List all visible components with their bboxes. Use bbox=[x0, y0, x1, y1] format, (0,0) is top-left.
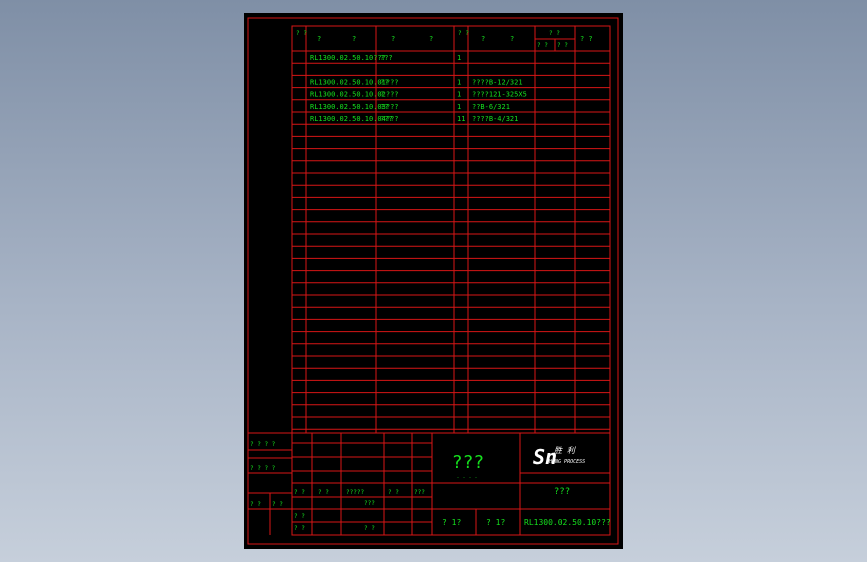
header-name: ? bbox=[391, 35, 395, 43]
header-material: ? bbox=[481, 35, 485, 43]
header-code-2: ? bbox=[352, 35, 356, 43]
sheet-number: ? 1? bbox=[486, 518, 505, 527]
row-material: ????B-12/321 bbox=[472, 78, 523, 86]
header-name-2: ? bbox=[429, 35, 433, 43]
row-material: ??B-6/321 bbox=[472, 103, 510, 111]
side-label-1: ? ? ? ? bbox=[250, 441, 276, 448]
side-label-3b: ? ? bbox=[272, 501, 283, 508]
sheet-count: ? 1? bbox=[442, 518, 461, 527]
row-qty: 1 bbox=[457, 103, 461, 111]
drawing-sheet: ? ?????? ???? ?? ?? ?? ? RL1300.02.50.10?… bbox=[244, 13, 623, 549]
header-weight: ? ? bbox=[549, 30, 560, 37]
row-name: ?? bbox=[380, 103, 388, 111]
row-material: ????B-4/321 bbox=[472, 115, 518, 123]
header-remarks: ? ? bbox=[580, 35, 593, 43]
row-name: ?? bbox=[380, 78, 388, 86]
bill-of-materials-drawing: ? ?????? ???? ?? ?? ?? ?RL1300.02.50.10?… bbox=[247, 17, 619, 545]
tb-label-f: ??? bbox=[364, 500, 375, 507]
company-logo-cn: 胜 利 bbox=[554, 446, 576, 455]
tb-label-a: ? ? bbox=[294, 489, 305, 496]
row-qty: 1 bbox=[457, 54, 461, 62]
tb-label-d: ? ? bbox=[388, 489, 399, 496]
tb-label-i: ? ? bbox=[364, 525, 375, 532]
row-name: ??? bbox=[380, 54, 393, 62]
header-weight-unit: ? ? bbox=[537, 42, 548, 49]
header-seq: ? ? bbox=[296, 30, 307, 37]
row-code: RL1300.02.50.10??? bbox=[310, 54, 386, 62]
header-qty: ? ? bbox=[458, 30, 469, 37]
drawing-number: RL1300.02.50.10??? bbox=[524, 518, 611, 527]
tb-label-h: ? ? bbox=[294, 525, 305, 532]
tb-label-c: ????? bbox=[346, 489, 364, 496]
header-code: ? bbox=[317, 35, 321, 43]
tb-label-e: ??? bbox=[414, 489, 425, 496]
row-qty: 1 bbox=[457, 78, 461, 86]
row-code: RL1300.02.50.10.02??? bbox=[310, 91, 399, 99]
header-material-2: ? bbox=[510, 35, 514, 43]
side-label-2: ? ? ? ? bbox=[250, 465, 276, 472]
tb-label-b: ? ? bbox=[318, 489, 329, 496]
row-name: ??? bbox=[380, 115, 393, 123]
company-logo-text: SHENG PROCESS bbox=[546, 459, 585, 465]
side-label-3a: ? ? bbox=[250, 501, 261, 508]
drawing-title: ??? bbox=[452, 452, 485, 473]
row-qty: 1 bbox=[457, 91, 461, 99]
header-weight-total: ? ? bbox=[557, 42, 568, 49]
company-name: ??? bbox=[554, 487, 570, 497]
outer-border bbox=[247, 17, 619, 545]
row-qty: 11 bbox=[457, 115, 465, 123]
tb-label-g: ? ? bbox=[294, 513, 305, 520]
row-name: ? bbox=[380, 91, 384, 99]
row-material: ????121-325X5 bbox=[472, 91, 527, 99]
title-dots: . . . . bbox=[456, 474, 477, 480]
